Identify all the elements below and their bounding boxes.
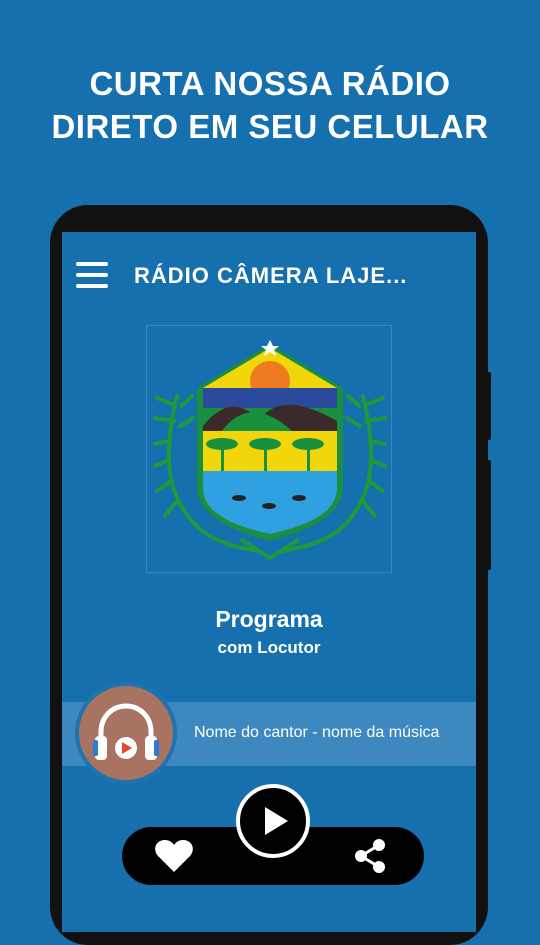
- promo-line-1: CURTA NOSSA RÁDIO: [89, 65, 451, 102]
- heart-icon[interactable]: [154, 838, 194, 874]
- hamburger-menu-icon[interactable]: [76, 262, 108, 288]
- program-title: Programa: [215, 606, 323, 632]
- promo-headline: CURTA NOSSA RÁDIO DIRETO EM SEU CELULAR: [0, 62, 540, 148]
- coat-of-arms-logo: [146, 325, 392, 573]
- phone-side-button: [486, 372, 491, 440]
- play-button[interactable]: [236, 784, 310, 858]
- play-icon: [265, 807, 288, 835]
- share-icon[interactable]: [352, 838, 388, 874]
- headphones-icon: [75, 682, 177, 784]
- app-title: RÁDIO CÂMERA LAJE...: [134, 263, 408, 288]
- now-playing-text: Nome do cantor - nome da música: [194, 724, 440, 741]
- phone-side-button: [486, 460, 491, 570]
- promo-line-2: DIRETO EM SEU CELULAR: [51, 108, 489, 145]
- program-subtitle: com Locutor: [217, 638, 321, 657]
